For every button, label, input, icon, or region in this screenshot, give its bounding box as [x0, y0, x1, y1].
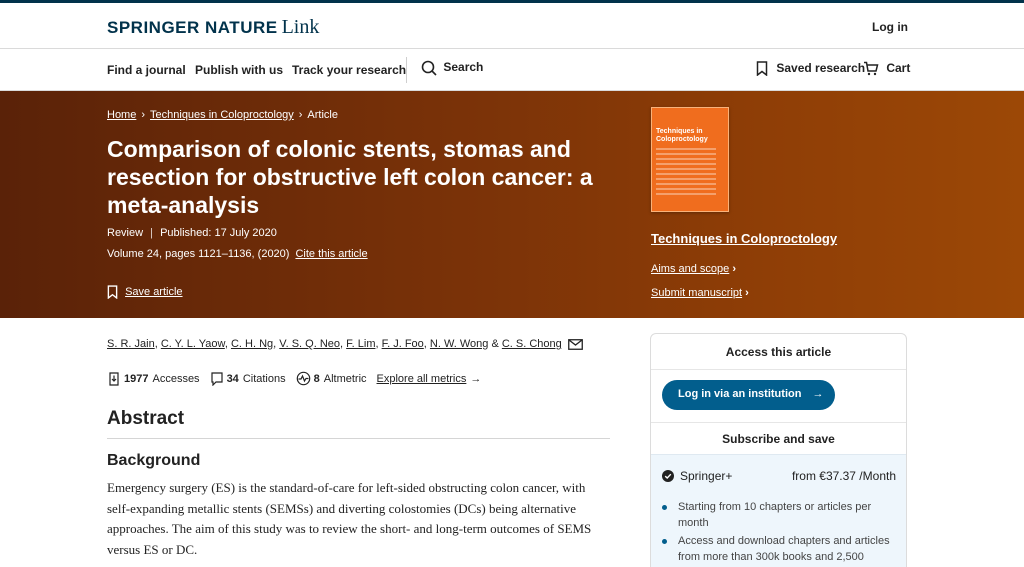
plan-name: Springer+: [662, 469, 732, 483]
breadcrumb: Home › Techniques in Coloproctology › Articl…: [107, 109, 338, 121]
plan-feature: Starting from 10 chapters or articles pe…: [662, 499, 892, 531]
save-article-button[interactable]: Save article: [107, 285, 183, 299]
article-title: Comparison of colonic stents, stomas and…: [107, 136, 593, 218]
metric-citations: 34 Citations: [210, 371, 286, 386]
nav-find-journal[interactable]: Find a journal: [107, 63, 186, 77]
cart-icon: [864, 62, 879, 76]
altmetric-icon: [296, 371, 310, 386]
background-heading: Background: [107, 452, 201, 469]
breadcrumb-journal[interactable]: Techniques in Coloproctology: [150, 109, 294, 121]
logo-product: Link: [281, 16, 320, 38]
bookmark-icon: [107, 285, 118, 299]
submit-manuscript-label: Submit manuscript: [651, 287, 743, 299]
article-metrics: 1977 Accesses 34 Citations 8 Altmetric Expl…: [107, 371, 481, 386]
check-circle-icon: [662, 470, 674, 482]
nav-cart-label: Cart: [886, 61, 911, 75]
author-link[interactable]: V. S. Q. Neo: [279, 338, 340, 350]
metric-altmetric: 8 Altmetric: [296, 371, 367, 386]
article-volume-line: Volume 24, pages 1121–1136, (2020) Cite t…: [107, 248, 368, 260]
altmetric-count: 8: [313, 372, 320, 385]
metric-accesses: 1977 Accesses: [107, 371, 200, 386]
email-icon[interactable]: [567, 338, 583, 350]
author-link[interactable]: C. H. Ng: [231, 338, 273, 350]
logo-brand: SPRINGER NATURE: [107, 18, 278, 37]
author-link[interactable]: F. J. Foo: [382, 338, 424, 350]
article-type: Review: [107, 227, 144, 239]
breadcrumb-home[interactable]: Home: [107, 109, 136, 121]
journal-cover[interactable]: Techniques in Coloproctology: [651, 107, 729, 212]
journal-cover-title: Techniques in Coloproctology: [656, 128, 708, 143]
citations-label: Citations: [242, 372, 286, 385]
access-heading: Access this article: [651, 334, 906, 370]
cover-decoration: [656, 148, 716, 198]
nav-search-label: Search: [443, 60, 484, 75]
subscribe-heading: Subscribe and save: [651, 422, 906, 452]
article-type-date: Review | Published: 17 July 2020: [107, 227, 277, 239]
nav-saved-label: Saved research: [776, 61, 866, 75]
springer-link-logo[interactable]: SPRINGER NATURE Link: [107, 16, 319, 39]
accesses-count: 1977: [124, 372, 149, 385]
author-list: S. R. Jain, C. Y. L. Yaow, C. H. Ng, V. …: [107, 338, 583, 350]
submit-manuscript-link[interactable]: Submit manuscript ›: [651, 287, 749, 299]
author-link[interactable]: S. R. Jain: [107, 338, 155, 350]
save-article-label: Save article: [125, 285, 183, 298]
arrow-right-icon: →: [470, 372, 482, 385]
background-text: Emergency surgery (ES) is the standard-o…: [107, 480, 592, 557]
citation-icon: [210, 371, 223, 386]
meta-separator: |: [150, 227, 153, 239]
subscription-plan[interactable]: Springer+ from €37.37 /Month Starting fr…: [651, 454, 906, 567]
plan-feature: Access and download chapters and article…: [662, 533, 892, 565]
login-link[interactable]: Log in: [872, 20, 908, 34]
accesses-label: Accesses: [152, 372, 200, 385]
login-institution-button[interactable]: Log in via an institution →: [662, 380, 835, 410]
explore-metrics-link[interactable]: Explore all metrics: [377, 373, 467, 385]
search-icon: [421, 60, 437, 76]
cite-article-link[interactable]: Cite this article: [295, 248, 367, 260]
chevron-right-icon: ›: [298, 109, 303, 121]
nav-publish[interactable]: Publish with us: [195, 63, 283, 77]
author-link[interactable]: C. S. Chong: [502, 338, 562, 350]
abstract-heading: Abstract: [107, 408, 610, 439]
article-volume: Volume 24, pages 1121–1136, (2020): [107, 248, 290, 260]
plan-name-label: Springer+: [680, 469, 733, 483]
login-institution-label: Log in via an institution: [678, 388, 802, 400]
aims-scope-label: Aims and scope: [651, 263, 730, 275]
brand-header: SPRINGER NATURE Link Log in: [0, 3, 1024, 49]
citations-count: 34: [226, 372, 239, 385]
aims-scope-link[interactable]: Aims and scope ›: [651, 263, 736, 275]
author-link[interactable]: F. Lim: [346, 338, 375, 350]
author-link[interactable]: C. Y. L. Yaow: [161, 338, 225, 350]
altmetric-label: Altmetric: [323, 372, 367, 385]
plan-price: from €37.37 /Month: [791, 469, 896, 483]
nav-search[interactable]: Search: [421, 60, 483, 76]
arrow-right-icon: ›: [745, 287, 749, 299]
arrow-right-icon: ›: [732, 263, 736, 275]
article-hero: Home › Techniques in Coloproctology › Articl…: [0, 91, 1024, 318]
breadcrumb-current: Article: [307, 109, 338, 121]
access-panel: Access this article Log in via an instit…: [650, 333, 907, 567]
bookmark-icon: [756, 61, 768, 77]
main-nav: Find a journal Publish with us Track you…: [0, 49, 1024, 91]
download-icon: [109, 371, 119, 386]
nav-track-research[interactable]: Track your research: [292, 63, 406, 77]
journal-name-link[interactable]: Techniques in Coloproctology: [651, 231, 837, 246]
nav-saved-research[interactable]: Saved research: [756, 61, 866, 77]
chevron-right-icon: ›: [141, 109, 146, 121]
nav-divider: [406, 57, 407, 83]
arrow-right-icon: →: [812, 388, 824, 400]
article-published: Published: 17 July 2020: [160, 227, 277, 239]
nav-cart[interactable]: Cart: [863, 61, 910, 76]
author-link[interactable]: N. W. Wong: [430, 338, 488, 350]
